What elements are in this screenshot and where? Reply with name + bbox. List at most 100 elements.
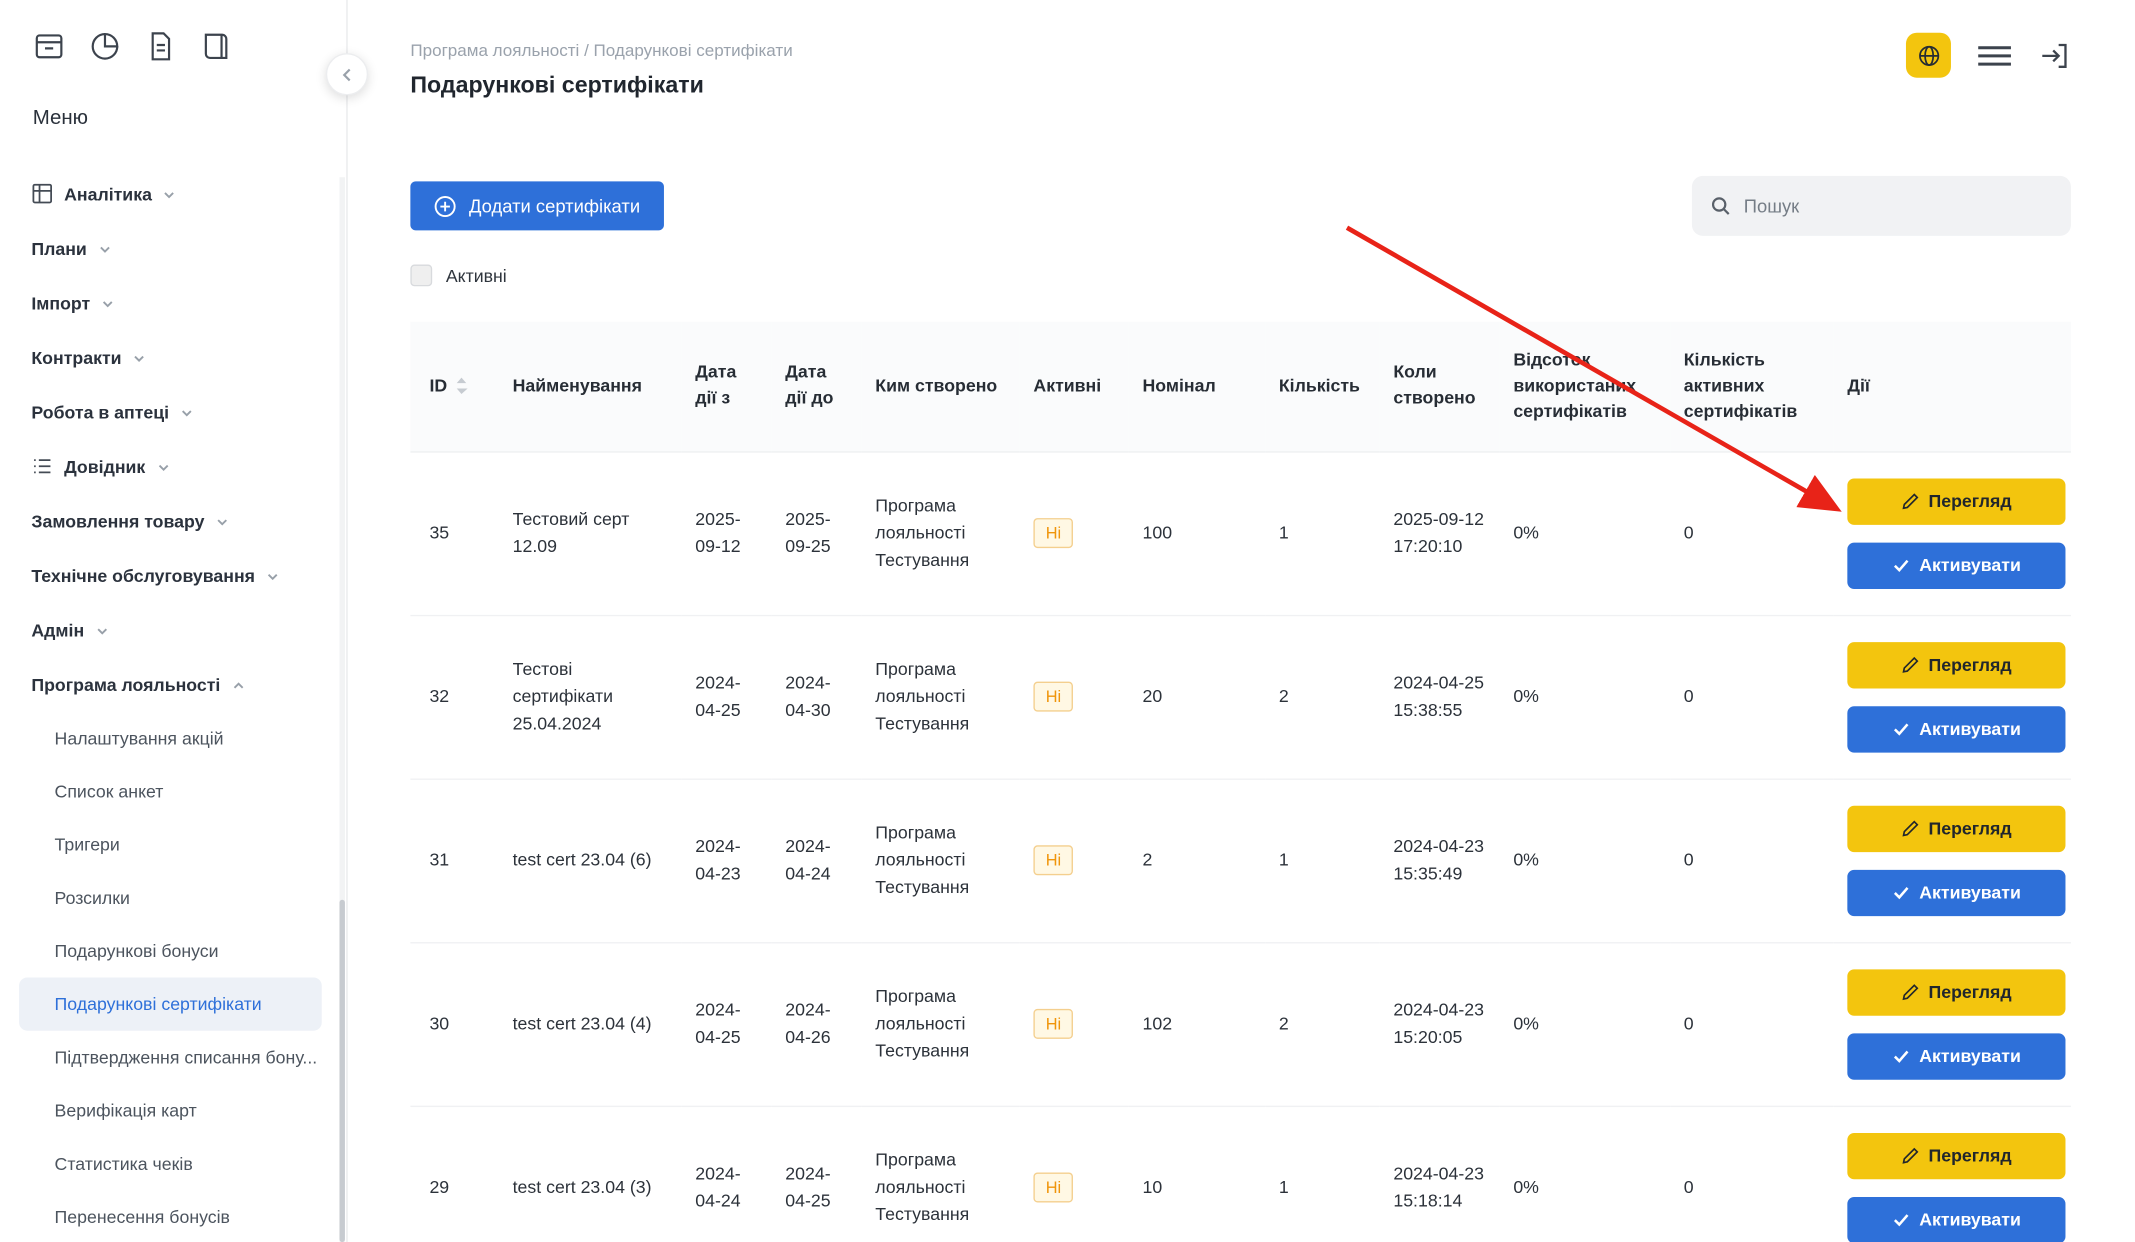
pencil-icon (1901, 819, 1919, 837)
list-icon (31, 455, 53, 477)
main-content: Програма лояльності / Подарункові сертиф… (349, 0, 2135, 1242)
sidebar-item-maintenance[interactable]: Технічне обслуговування (0, 548, 346, 603)
grid-icon (31, 183, 53, 205)
active-filter[interactable]: Активні (410, 264, 506, 286)
cell-id: 35 (410, 451, 499, 615)
sidebar-subitem-promo-settings[interactable]: Налаштування акцій (0, 712, 346, 765)
cell-active: Ні (1020, 1106, 1129, 1242)
sidebar-item-loyalty-program[interactable]: Програма лояльності (0, 657, 346, 712)
add-certificates-button[interactable]: Додати сертифікати (410, 181, 663, 230)
search-input[interactable] (1692, 176, 2071, 236)
cell-quantity: 2 (1265, 942, 1380, 1106)
sidebar-subitem-receipt-stats[interactable]: Статистика чеків (0, 1137, 346, 1190)
cell-date-to: 2025-09-25 (772, 451, 862, 615)
sidebar-item-label: Адмін (31, 620, 84, 640)
logout-icon[interactable] (2038, 39, 2071, 72)
pie-chart-icon[interactable] (89, 30, 122, 63)
chevron-down-icon (215, 515, 229, 529)
sidebar-item-pharmacy-work[interactable]: Робота в аптеці (0, 384, 346, 439)
sidebar-subitem-gift-certificates[interactable]: Подарункові сертифікати (19, 978, 322, 1031)
col-active-count: Кількість активних сертифікатів (1670, 322, 1834, 452)
cell-date-to: 2024-04-30 (772, 615, 862, 779)
activate-button[interactable]: Активувати (1847, 869, 2065, 915)
sidebar-item-import[interactable]: Імпорт (0, 275, 346, 330)
archive-icon[interactable] (33, 30, 66, 63)
sidebar-item-plans[interactable]: Плани (0, 221, 346, 276)
language-button[interactable] (1906, 33, 1951, 78)
cell-active: Ні (1020, 942, 1129, 1106)
cell-name: test cert 23.04 (4) (499, 942, 682, 1106)
book-icon[interactable] (200, 30, 233, 63)
globe-icon (1916, 43, 1941, 68)
cell-used-percent: 0% (1500, 451, 1670, 615)
col-date-from: Дата дії з (682, 322, 772, 452)
cell-active-count: 0 (1670, 615, 1834, 779)
status-badge: Ні (1033, 1172, 1073, 1203)
cell-created-by: Програма лояльності Тестування (862, 451, 1020, 615)
cell-created-at: 2024-04-23 15:20:05 (1380, 942, 1500, 1106)
view-button[interactable]: Перегляд (1847, 805, 2065, 851)
sidebar-item-label: Довідник (64, 456, 145, 476)
cell-date-from: 2024-04-25 (682, 615, 772, 779)
activate-button[interactable]: Активувати (1847, 1196, 2065, 1242)
sidebar-subitem-card-verification[interactable]: Верифікація карт (0, 1084, 346, 1137)
sidebar-item-directory[interactable]: Довідник (0, 439, 346, 494)
cell-name: Тестові сертифікати 25.04.2024 (499, 615, 682, 779)
view-button[interactable]: Перегляд (1847, 641, 2065, 687)
sidebar-collapse-button[interactable] (326, 53, 368, 95)
sidebar-subitem-bonus-transfer[interactable]: Перенесення бонусів (0, 1190, 346, 1242)
cell-active-count: 0 (1670, 778, 1834, 942)
sidebar-item-analytics[interactable]: Аналітика (0, 166, 346, 221)
cell-nominal: 10 (1129, 1106, 1265, 1242)
sidebar-item-contracts[interactable]: Контракти (0, 330, 346, 385)
sidebar-item-label: Технічне обслуговування (31, 565, 255, 585)
sidebar-subitem-bonus-writeoff-confirm[interactable]: Підтвердження списання бону... (0, 1031, 346, 1084)
table-row: 35 Тестовий серт 12.09 2025-09-12 2025-0… (410, 451, 2071, 615)
cell-actions: Перегляд Активувати (1834, 615, 2071, 779)
cell-nominal: 100 (1129, 451, 1265, 615)
activate-button[interactable]: Активувати (1847, 542, 2065, 588)
sidebar-subitem-questionnaires[interactable]: Список анкет (0, 765, 346, 818)
sidebar-item-goods-order[interactable]: Замовлення товару (0, 494, 346, 549)
sidebar-item-label: Контракти (31, 347, 121, 367)
cell-used-percent: 0% (1500, 778, 1670, 942)
pencil-icon (1901, 1147, 1919, 1165)
chevron-left-icon (339, 66, 355, 82)
col-date-to: Дата дії до (772, 322, 862, 452)
activate-button[interactable]: Активувати (1847, 706, 2065, 752)
col-id: ID (410, 322, 499, 452)
cell-used-percent: 0% (1500, 615, 1670, 779)
table-row: 29 test cert 23.04 (3) 2024-04-24 2024-0… (410, 1106, 2071, 1242)
status-badge: Ні (1033, 681, 1073, 712)
sidebar-subitem-gift-bonuses[interactable]: Подарункові бонуси (0, 924, 346, 977)
cell-nominal: 2 (1129, 778, 1265, 942)
cell-created-at: 2024-04-23 15:35:49 (1380, 778, 1500, 942)
cell-name: test cert 23.04 (3) (499, 1106, 682, 1242)
view-button[interactable]: Перегляд (1847, 1132, 2065, 1178)
chevron-up-icon (231, 679, 245, 693)
sidebar-scrollbar-thumb[interactable] (339, 900, 344, 1242)
sort-icon[interactable] (455, 377, 467, 396)
cell-name: test cert 23.04 (6) (499, 778, 682, 942)
active-filter-checkbox[interactable] (410, 264, 432, 286)
cell-actions: Перегляд Активувати (1834, 1106, 2071, 1242)
sidebar-item-label: Імпорт (31, 292, 90, 312)
cell-nominal: 20 (1129, 615, 1265, 779)
sidebar-subitem-mailings[interactable]: Розсилки (0, 871, 346, 924)
sidebar-subitem-triggers[interactable]: Тригери (0, 818, 346, 871)
hamburger-menu-icon[interactable] (1977, 42, 2012, 69)
view-button[interactable]: Перегляд (1847, 969, 2065, 1015)
cell-active: Ні (1020, 615, 1129, 779)
pencil-icon (1901, 983, 1919, 1001)
sidebar-item-label: Плани (31, 238, 86, 258)
activate-button[interactable]: Активувати (1847, 1033, 2065, 1079)
document-icon[interactable] (145, 30, 178, 63)
chevron-down-icon (180, 406, 194, 420)
status-badge: Ні (1033, 845, 1073, 876)
breadcrumb[interactable]: Програма лояльності / Подарункові сертиф… (410, 41, 2071, 60)
col-used-percent: Відсоток використаних сертифікатів (1500, 322, 1670, 452)
cell-date-to: 2024-04-26 (772, 942, 862, 1106)
view-button[interactable]: Перегляд (1847, 478, 2065, 524)
cell-created-by: Програма лояльності Тестування (862, 615, 1020, 779)
sidebar-item-admin[interactable]: Адмін (0, 603, 346, 658)
